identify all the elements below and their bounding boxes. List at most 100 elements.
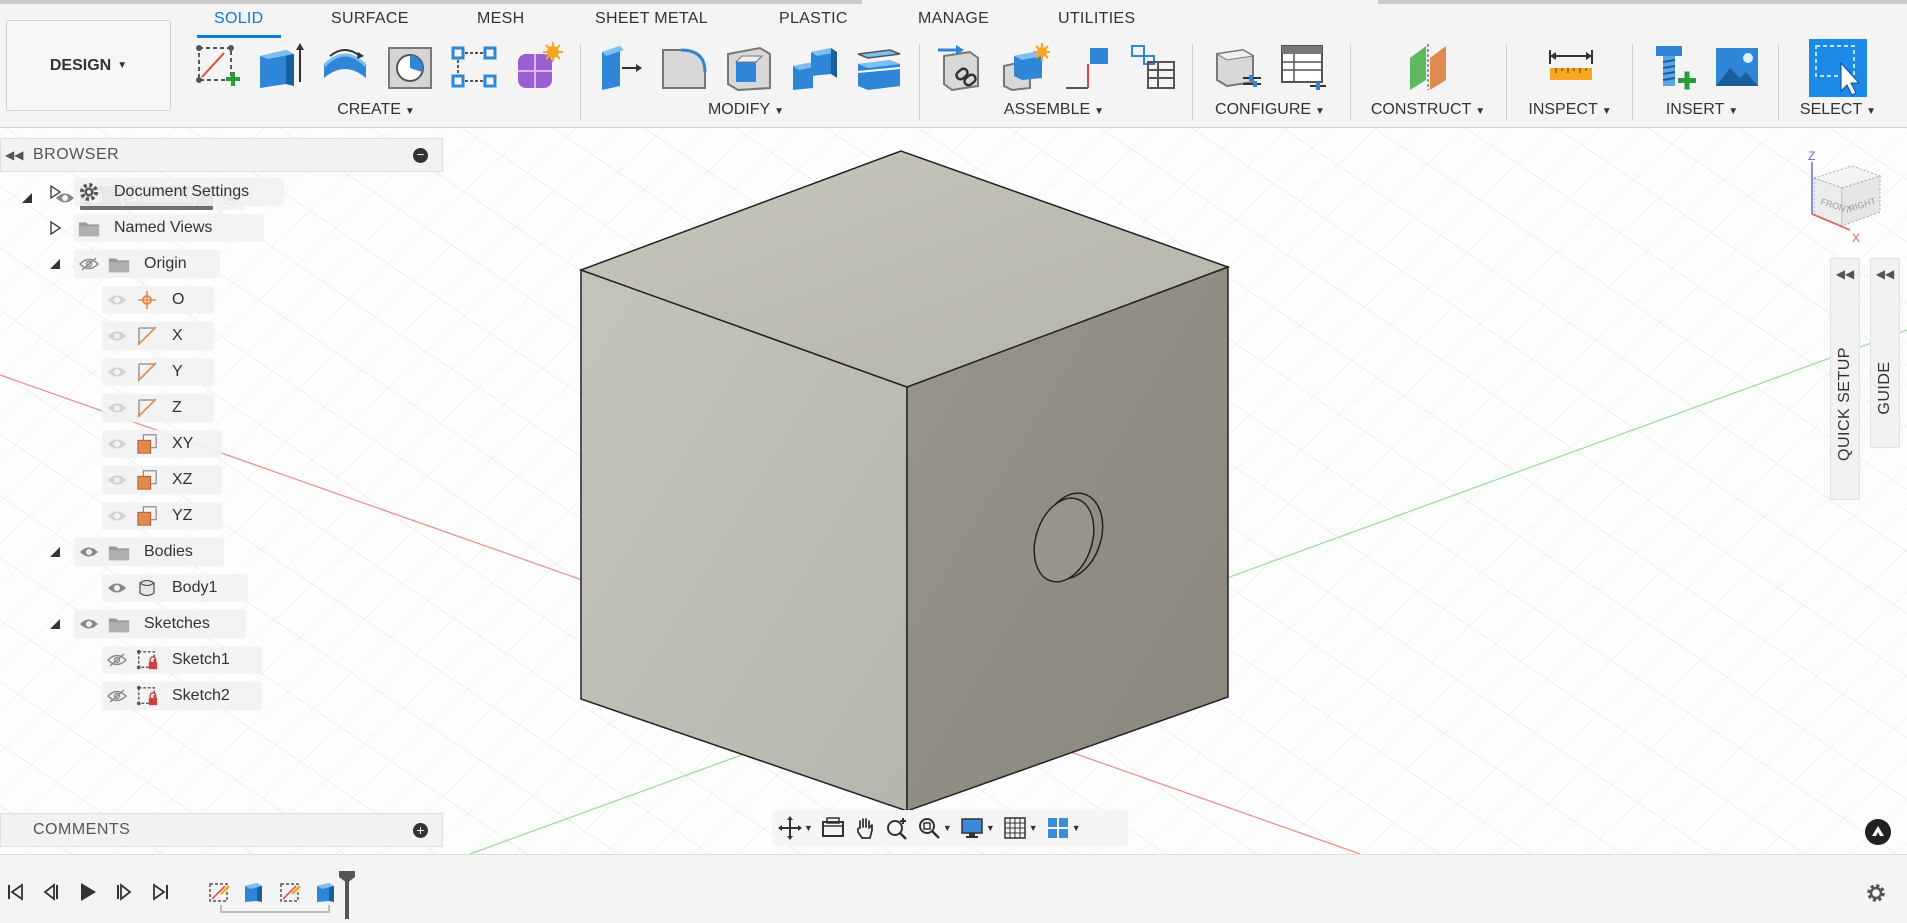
configure-menu[interactable]: CONFIGURE ▼ <box>1215 101 1325 119</box>
timeline-extrude1-item[interactable] <box>241 879 267 905</box>
insert-menu[interactable]: INSERT ▼ <box>1666 101 1738 119</box>
tree-row-bodies[interactable]: Bodies <box>74 538 224 566</box>
select-button[interactable] <box>1808 38 1868 98</box>
timeline-next-button[interactable] <box>113 881 135 903</box>
construct-menu[interactable]: CONSTRUCT ▼ <box>1371 101 1485 119</box>
viewports-button[interactable]: ▼ <box>1046 813 1081 843</box>
visibility-eye-icon[interactable] <box>78 616 100 632</box>
add-comment-icon[interactable]: + <box>413 823 428 838</box>
tab-manage[interactable]: MANAGE <box>918 10 989 28</box>
modify-menu[interactable]: MODIFY ▼ <box>708 101 784 119</box>
tree-row-origin-point[interactable]: O <box>102 286 214 314</box>
select-menu[interactable]: SELECT ▼ <box>1800 101 1876 119</box>
pan-button[interactable] <box>853 813 877 843</box>
tree-row-named-views[interactable]: Named Views <box>74 214 264 242</box>
pattern-button[interactable] <box>449 40 499 94</box>
look-at-button[interactable] <box>821 813 845 843</box>
visibility-eye-icon[interactable] <box>106 580 128 596</box>
tab-mesh[interactable]: MESH <box>477 10 524 28</box>
tree-row-body1[interactable]: Body1 <box>102 574 248 602</box>
inspect-menu[interactable]: INSPECT ▼ <box>1528 101 1611 119</box>
offset-plane-button[interactable] <box>1404 40 1454 94</box>
tree-row-y-axis[interactable]: Y <box>102 358 214 386</box>
timeline-settings-button[interactable] <box>1864 881 1888 905</box>
timeline-extrude2-item[interactable] <box>313 879 339 905</box>
tab-sheet-metal[interactable]: SHEET METAL <box>595 10 708 28</box>
revolve-button[interactable] <box>320 40 370 94</box>
grid-settings-button[interactable]: ▼ <box>1003 813 1038 843</box>
visibility-hidden-icon[interactable] <box>106 652 128 668</box>
viewcube[interactable]: FRONT RIGHT Z X <box>1800 148 1900 248</box>
timeline-sketch2-item[interactable] <box>277 879 303 905</box>
tree-row-document-settings[interactable]: Document Settings <box>74 178 284 206</box>
expand-right-icon[interactable] <box>48 185 62 199</box>
visibility-eye-icon[interactable] <box>106 508 128 524</box>
assemble-table-button[interactable] <box>1128 40 1178 94</box>
expand-right-icon[interactable] <box>48 221 62 235</box>
tree-row-sketch1[interactable]: Sketch1 <box>102 646 262 674</box>
tab-plastic[interactable]: PLASTIC <box>779 10 848 28</box>
timeline-last-button[interactable] <box>150 881 172 903</box>
display-settings-button[interactable]: ▼ <box>960 813 995 843</box>
tree-row-xy-plane[interactable]: XY <box>102 430 222 458</box>
offset-face-button[interactable] <box>854 40 904 94</box>
collapse-panel-icon[interactable]: ◀◀ <box>1871 267 1899 281</box>
collapse-panel-icon[interactable]: ◀◀ <box>1831 267 1859 281</box>
zoom-button[interactable] <box>885 813 909 843</box>
create-form-button[interactable] <box>513 40 563 94</box>
guide-panel-tab[interactable]: ◀◀ GUIDE <box>1870 258 1900 448</box>
timeline-marker[interactable] <box>337 871 357 919</box>
tree-row-z-axis[interactable]: Z <box>102 394 214 422</box>
measure-button[interactable] <box>1546 40 1596 94</box>
tree-row-origin[interactable]: Origin <box>74 250 220 278</box>
joint-origin-button[interactable] <box>1064 40 1114 94</box>
visibility-eye-icon[interactable] <box>106 472 128 488</box>
timeline-sketch1-item[interactable] <box>206 879 232 905</box>
timeline-first-button[interactable] <box>4 881 26 903</box>
quick-setup-panel-tab[interactable]: ◀◀ QUICK SETUP <box>1830 258 1860 500</box>
fit-button[interactable]: ▼ <box>917 813 952 843</box>
configuration-table-button[interactable] <box>1278 40 1328 94</box>
visibility-eye-icon[interactable] <box>106 364 128 380</box>
visibility-hidden-icon[interactable] <box>78 256 100 272</box>
new-component-button[interactable] <box>1000 40 1050 94</box>
fusion-logo-icon[interactable] <box>1865 819 1891 845</box>
extrude-button[interactable] <box>256 40 306 94</box>
timeline-previous-button[interactable] <box>40 881 62 903</box>
combine-button[interactable] <box>789 40 839 94</box>
visibility-eye-icon[interactable] <box>106 328 128 344</box>
visibility-eye-icon[interactable] <box>106 436 128 452</box>
collapse-panel-icon[interactable]: ◀◀ <box>5 148 27 162</box>
create-menu[interactable]: CREATE ▼ <box>337 101 415 119</box>
orbit-button[interactable]: ▼ <box>778 813 813 843</box>
shell-button[interactable] <box>724 40 774 94</box>
visibility-eye-icon[interactable] <box>78 544 100 560</box>
design-workspace-button[interactable]: DESIGN ▼ <box>6 20 171 111</box>
create-sketch-button[interactable] <box>193 40 243 94</box>
visibility-eye-icon[interactable] <box>106 292 128 308</box>
tree-row-yz-plane[interactable]: YZ <box>102 502 222 530</box>
expand-down-icon[interactable] <box>20 191 34 205</box>
insert-mcmaster-button[interactable] <box>1650 40 1700 94</box>
tree-row-xz-plane[interactable]: XZ <box>102 466 222 494</box>
timeline-play-button[interactable] <box>77 881 99 903</box>
tree-row-sketches[interactable]: Sketches <box>74 610 246 638</box>
fillet-button[interactable] <box>659 40 709 94</box>
hole-button[interactable] <box>385 40 435 94</box>
minimize-panel-icon[interactable]: − <box>413 148 428 163</box>
tab-surface[interactable]: SURFACE <box>331 10 409 28</box>
tree-row-sketch2[interactable]: Sketch2 <box>102 682 262 710</box>
insert-image-button[interactable] <box>1712 40 1762 94</box>
tab-utilities[interactable]: UTILITIES <box>1058 10 1135 28</box>
press-pull-button[interactable] <box>594 40 644 94</box>
expand-down-icon[interactable] <box>48 257 62 271</box>
expand-down-icon[interactable] <box>48 617 62 631</box>
tab-solid[interactable]: SOLID <box>214 10 264 28</box>
visibility-eye-icon[interactable] <box>106 400 128 416</box>
expand-down-icon[interactable] <box>48 545 62 559</box>
assemble-menu[interactable]: ASSEMBLE ▼ <box>1004 101 1104 119</box>
joint-button[interactable] <box>936 40 986 94</box>
visibility-hidden-icon[interactable] <box>106 688 128 704</box>
tree-row-x-axis[interactable]: X <box>102 322 214 350</box>
configure-button[interactable] <box>1213 40 1263 94</box>
